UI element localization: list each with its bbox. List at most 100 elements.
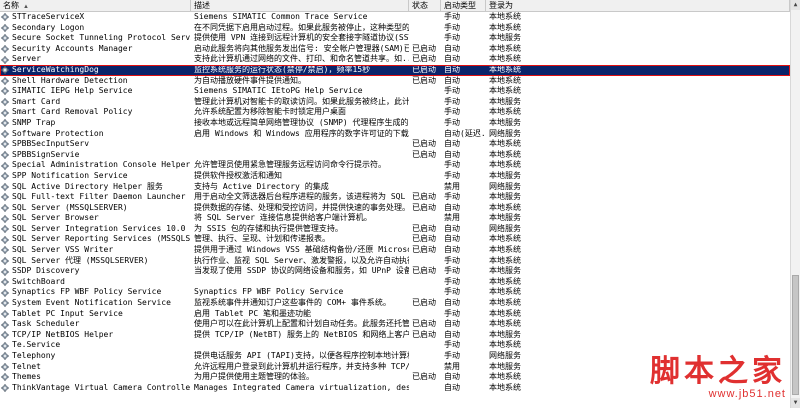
column-header-description[interactable]: 描述: [191, 0, 409, 11]
service-description: 允许管理员使用紧急管理服务远程访问命令行提示符。: [194, 160, 386, 170]
service-row[interactable]: Telnet 允许远程用户登录到此计算机并运行程序，并支持多种 TCP/IP Te…: [0, 362, 790, 373]
service-name: SQL Server Integration Services 10.0: [12, 223, 186, 233]
service-row[interactable]: Smart Card Removal Policy 允许系统配置为移除智能卡时锁定…: [0, 107, 790, 118]
service-row[interactable]: SIMATIC IEPG Help Service Siemens SIMATIC…: [0, 86, 790, 97]
services-window: 名称 ▲ 描述 状态 启动类型 登录为 STTraceServiceX Siemen…: [0, 0, 800, 408]
service-row[interactable]: SPBBSignServie 已启动 自动 本地系统: [0, 150, 790, 161]
service-row[interactable]: ThinkVantage Virtual Camera Controller Ma…: [0, 383, 790, 394]
service-name-cell: Shell Hardware Detection: [0, 76, 191, 87]
service-startup-type: 自动(延迟...: [444, 128, 486, 138]
service-row[interactable]: SNMP Trap 接收本地或远程简单网络管理协议 (SNMP) 代理程序生成的陷…: [0, 118, 790, 129]
service-name: Software Protection: [12, 128, 104, 138]
service-gear-icon: [1, 34, 9, 43]
service-startup-type: 禁用: [444, 361, 460, 371]
service-description: 用于启动全文筛选器后台程序进程的服务，该进程将为 SQL Serve...: [194, 192, 409, 202]
service-name: SPBBSignServie: [12, 149, 80, 159]
service-log-on-as: 本地系统: [489, 149, 521, 159]
service-row[interactable]: Task Scheduler 使用户可以在此计算机上配置和计划自动任务。此服务还托…: [0, 319, 790, 330]
service-startup-type: 自动: [444, 64, 460, 74]
service-log-on-as: 网络服务: [489, 223, 521, 233]
service-row[interactable]: SQL Server Reporting Services (MSSQLSERV…: [0, 234, 790, 245]
service-startup-type: 手动: [444, 266, 460, 276]
service-name-cell: SSDP Discovery: [0, 266, 191, 277]
service-startup-type: 手动: [444, 12, 460, 21]
scroll-up-icon[interactable]: ▲: [791, 0, 800, 10]
service-row[interactable]: Secondary Logon 在不同凭据下启用启动过程。如果此服务被停止，这种类…: [0, 23, 790, 34]
service-gear-icon: [1, 362, 9, 371]
service-name-cell: SNMP Trap: [0, 118, 191, 129]
service-row[interactable]: Telephony 提供电话服务 API (TAPI)支持，以便各程序控制本地计算…: [0, 351, 790, 362]
column-header-status[interactable]: 状态: [409, 0, 441, 11]
service-row[interactable]: SQL Full-text Filter Daemon Launcher (MS…: [0, 192, 790, 203]
services-list: STTraceServiceX Siemens SIMATIC Common Tr…: [0, 12, 790, 393]
service-gear-icon: [1, 214, 9, 223]
service-row[interactable]: SwitchBoard 手动 本地系统: [0, 277, 790, 288]
service-status: [409, 86, 441, 97]
service-log-on-as: 本地服务: [489, 117, 521, 127]
service-log-on-as: 本地系统: [489, 308, 521, 318]
service-startup-type: 手动: [444, 276, 460, 286]
service-startup-type: 手动: [444, 308, 460, 318]
service-name: SPBBSecInputServ: [12, 139, 90, 149]
service-name-cell: SPBBSignServie: [0, 150, 191, 161]
service-row[interactable]: SQL Active Directory Helper 服务 支持与 Active…: [0, 182, 790, 193]
column-header-log-on-as[interactable]: 登录为: [486, 0, 790, 11]
service-row[interactable]: Smart Card 管理此计算机对智能卡的取读访问。如果此服务被终止，此计算机.…: [0, 97, 790, 108]
service-status: [409, 287, 441, 298]
service-startup-type: 自动: [444, 43, 460, 53]
service-description: Siemens SIMATIC IEtoPG Help Service: [194, 86, 363, 96]
vertical-scrollbar[interactable]: ▲ ▼: [790, 0, 800, 408]
service-gear-icon: [1, 256, 9, 265]
service-gear-icon: [1, 225, 9, 234]
service-description: 启用 Tablet PC 笔和墨迹功能: [194, 308, 311, 318]
service-row[interactable]: Tablet PC Input Service 启用 Tablet PC 笔和墨迹…: [0, 309, 790, 320]
scroll-down-icon[interactable]: ▼: [791, 398, 800, 408]
service-startup-type: 自动: [444, 319, 460, 329]
service-row[interactable]: SQL Server Browser 将 SQL Server 连接信息提供给客户…: [0, 213, 790, 224]
service-startup-type: 禁用: [444, 181, 460, 191]
service-startup-type: 自动: [444, 223, 460, 233]
service-row[interactable]: System Event Notification Service 监视系统事件并…: [0, 298, 790, 309]
service-row[interactable]: SPP Notification Service 提供软件授权激活和通知 手动 本地服…: [0, 171, 790, 182]
service-startup-type: 手动: [444, 86, 460, 96]
service-name: ServiceWatchingDog: [12, 64, 99, 74]
service-log-on-as: 本地服务: [489, 361, 521, 371]
service-name-cell: TCP/IP NetBIOS Helper: [0, 330, 191, 341]
service-description: [191, 139, 409, 150]
service-row[interactable]: Secure Socket Tunneling Protocol Service…: [0, 33, 790, 44]
service-row[interactable]: Software Protection 启用 Windows 和 Windows …: [0, 129, 790, 140]
service-gear-icon: [1, 161, 9, 170]
service-row[interactable]: SQL Server 代理 (MSSQLSERVER) 执行作业、监视 SQL S…: [0, 256, 790, 267]
service-row[interactable]: Themes 为用户提供使用主题管理的体验。 已启动 自动 本地系统: [0, 372, 790, 383]
service-status: [409, 160, 441, 171]
service-name-cell: Server: [0, 54, 191, 65]
service-status: 已启动: [412, 192, 436, 202]
service-row[interactable]: SQL Server Integration Services 10.0 为 SS…: [0, 224, 790, 235]
service-name: System Event Notification Service: [12, 298, 171, 308]
service-log-on-as: 本地服务: [489, 213, 521, 223]
service-description: 将 SQL Server 连接信息提供给客户端计算机。: [194, 213, 372, 223]
service-startup-type: 自动: [444, 298, 460, 308]
column-header-startup-type[interactable]: 启动类型: [441, 0, 486, 11]
column-header-name[interactable]: 名称 ▲: [0, 0, 191, 11]
service-row[interactable]: SQL Server VSS Writer 提供用于通过 Windows VSS …: [0, 245, 790, 256]
service-row[interactable]: SPBBSecInputServ 已启动 自动 本地系统: [0, 139, 790, 150]
service-row[interactable]: Special Administration Console Helper 允许管…: [0, 160, 790, 171]
service-row[interactable]: TCP/IP NetBIOS Helper 提供 TCP/IP (NetBT) 服…: [0, 330, 790, 341]
service-log-on-as: 本地系统: [489, 139, 521, 149]
service-gear-icon: [1, 151, 9, 160]
service-row[interactable]: Security Accounts Manager 启动此服务将向其他服务发出信号…: [0, 44, 790, 55]
service-row[interactable]: Server 支持此计算机通过网络的文件、打印、和命名管道共享。如... 已启动 自动…: [0, 54, 790, 65]
service-description: 提供使用 VPN 连接到远程计算机的安全套接字隧道协议(SSTP)的...: [194, 33, 409, 43]
service-row[interactable]: Shell Hardware Detection 为自动播放硬件事件提供通知。 已启…: [0, 76, 790, 87]
service-row[interactable]: Synaptics FP WBF Policy Service Synaptics…: [0, 287, 790, 298]
service-row[interactable]: Te.Service 手动 本地系统: [0, 340, 790, 351]
service-row[interactable]: SQL Server (MSSQLSERVER) 提供数据的存储、处理和受控访问，…: [0, 203, 790, 214]
service-name: Te.Service: [12, 340, 61, 350]
scrollbar-thumb[interactable]: [792, 275, 799, 395]
service-row[interactable]: SSDP Discovery 当发现了使用 SSDP 协议的网络设备和服务，如 U…: [0, 266, 790, 277]
service-log-on-as: 本地系统: [489, 75, 521, 85]
service-status: 已启动: [412, 372, 436, 382]
service-row-selected[interactable]: ServiceWatchingDog 监控系统服务的运行状态(禁停/禁启)，频率1…: [0, 64, 790, 76]
service-row[interactable]: STTraceServiceX Siemens SIMATIC Common Tr…: [0, 12, 790, 23]
